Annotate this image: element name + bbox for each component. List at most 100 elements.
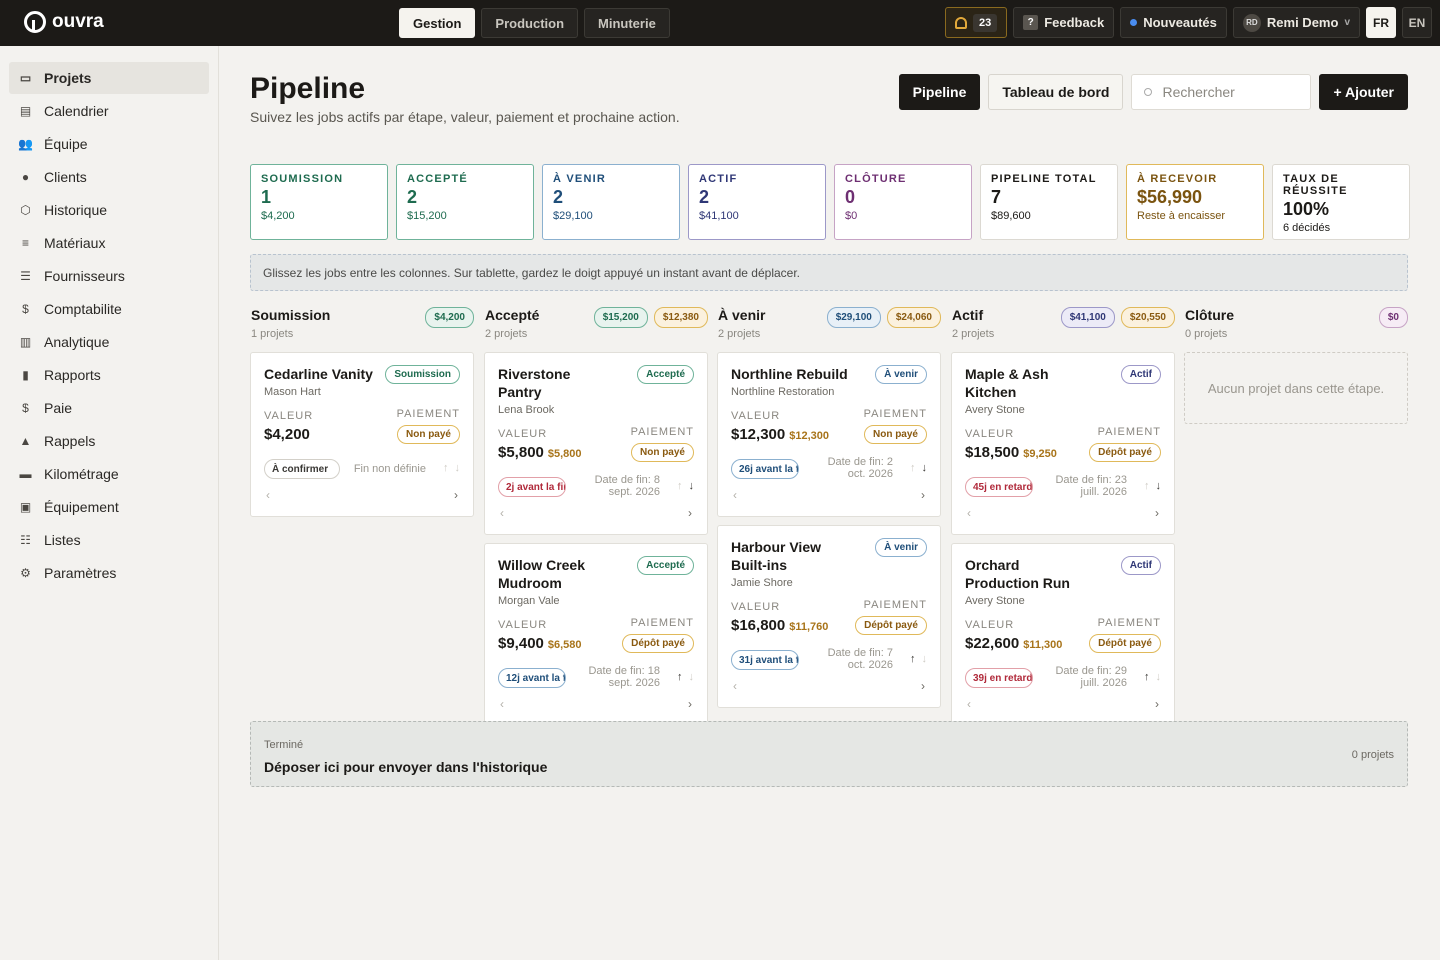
chevron-right-icon[interactable]: ›	[688, 697, 692, 711]
brand[interactable]: ouvra	[24, 11, 104, 33]
chevron-left-icon[interactable]: ‹	[500, 506, 504, 520]
chevron-left-icon[interactable]: ‹	[733, 679, 737, 693]
card-title: Willow Creek Mudroom	[498, 557, 586, 591]
sidebar-item-5[interactable]: ≡ Matériaux	[9, 227, 209, 259]
sidebar-item-10[interactable]: $ Paie	[9, 392, 209, 424]
sidebar-item-3[interactable]: ● Clients	[9, 161, 209, 193]
notifications-button[interactable]: 23	[944, 7, 1008, 38]
project-card[interactable]: Maple & Ash Kitchen Avery Stone Actif VALEU…	[951, 352, 1175, 535]
chevron-left-icon[interactable]: ‹	[733, 488, 737, 502]
bell-icon: ▲	[19, 434, 32, 448]
project-card[interactable]: Harbour View Built-ins Jamie Shore À venir…	[717, 525, 941, 708]
sidebar-item-8[interactable]: ▥ Analytique	[9, 326, 209, 358]
tab-minuterie[interactable]: Minuterie	[584, 8, 670, 38]
project-card[interactable]: Northline Rebuild Northline Restoration À …	[717, 352, 941, 517]
stat-sub: $41,100	[699, 210, 739, 222]
payment-badge: Non payé	[396, 425, 460, 444]
feedback-button[interactable]: ? Feedback	[1013, 7, 1115, 38]
card-due-row: 2j avant la fin Date de fin: 8 sept. 2026…	[498, 474, 694, 500]
arrow-up-icon[interactable]: ↑	[1144, 671, 1150, 683]
arrow-down-icon[interactable]: ↓	[922, 462, 928, 474]
due-badge: 2j avant la fin	[498, 477, 566, 497]
archive-dropzone[interactable]: Terminé Déposer ici pour envoyer dans l'…	[250, 721, 1408, 787]
arrow-down-icon[interactable]: ↓	[1156, 671, 1162, 683]
lang-en-button[interactable]: EN	[1402, 7, 1432, 38]
sidebar-item-9[interactable]: ▮ Rapports	[9, 359, 209, 391]
arrow-up-icon[interactable]: ↑	[677, 671, 683, 683]
chevron-down-icon: v	[1344, 17, 1350, 28]
stat-label: Taux de réussite	[1283, 173, 1348, 197]
card-value-row: VALEUR $16,800 $11,760 PAIEMENT Dépôt payé	[731, 599, 927, 641]
sidebar-item-12[interactable]: ▬ Kilométrage	[9, 458, 209, 490]
sidebar-item-11[interactable]: ▲ Rappels	[9, 425, 209, 457]
column-total-chip: $4,200	[425, 307, 474, 328]
status-badge: À venir	[875, 538, 927, 557]
dashboard-view-button[interactable]: Tableau de bord	[988, 74, 1124, 110]
news-label: Nouveautés	[1143, 15, 1217, 30]
lang-fr-button[interactable]: FR	[1366, 7, 1396, 38]
chevron-left-icon[interactable]: ‹	[266, 488, 270, 502]
dollar-icon: $	[22, 302, 29, 316]
card-move-row: ‹ ›	[731, 677, 927, 695]
arrow-down-icon[interactable]: ↓	[689, 480, 695, 492]
card-value-amount: $18,500	[965, 444, 1020, 461]
sidebar-item-14[interactable]: ☷ Listes	[9, 524, 209, 556]
chevron-right-icon[interactable]: ›	[1155, 697, 1159, 711]
sidebar-item-7[interactable]: $ Comptabilite	[9, 293, 209, 325]
project-card[interactable]: Orchard Production Run Avery Stone Actif VA…	[951, 543, 1175, 726]
arrow-up-icon[interactable]: ↑	[677, 480, 683, 492]
sidebar-item-4[interactable]: ⬡ Historique	[9, 194, 209, 226]
sidebar-item-1[interactable]: ▤ Calendrier	[9, 95, 209, 127]
chevron-right-icon[interactable]: ›	[688, 506, 692, 520]
stat-label: À recevoir	[1137, 173, 1218, 185]
chevron-right-icon[interactable]: ›	[921, 679, 925, 693]
chevron-left-icon[interactable]: ‹	[967, 697, 971, 711]
card-move-row: ‹ ›	[731, 486, 927, 504]
search-input[interactable]: Rechercher	[1131, 74, 1312, 110]
card-value-row: VALEUR $9,400 $6,580 PAIEMENT Dépôt payé	[498, 617, 694, 659]
chevron-right-icon[interactable]: ›	[921, 488, 925, 502]
column-count: 0 projets	[1185, 328, 1228, 340]
chevron-right-icon[interactable]: ›	[454, 488, 458, 502]
card-value-row: VALEUR $4,200 PAIEMENT Non payé	[264, 408, 460, 450]
column-chips: $15,200 $12,380	[593, 307, 708, 328]
sidebar-item-2[interactable]: 👥 Équipe	[9, 128, 209, 160]
user-menu-button[interactable]: RD Remi Demo v	[1232, 7, 1360, 38]
value-label: VALEUR	[264, 410, 314, 422]
pipeline-column: Soumission 1 projets $4,200 Cedarline Vanit…	[250, 304, 474, 517]
chevron-left-icon[interactable]: ‹	[967, 506, 971, 520]
arrow-down-icon[interactable]: ↓	[455, 462, 461, 474]
project-card[interactable]: Riverstone Pantry Lena Brook Accepté VALEUR…	[484, 352, 708, 535]
card-paid-amount: $11,300	[1023, 639, 1063, 651]
arrow-down-icon[interactable]: ↓	[922, 653, 928, 665]
project-card[interactable]: Cedarline Vanity Mason Hart Soumission VALE…	[250, 352, 474, 517]
sidebar-item-6[interactable]: ☰ Fournisseurs	[9, 260, 209, 292]
sidebar-item-15[interactable]: ⚙ Paramètres	[9, 557, 209, 589]
chevron-right-icon[interactable]: ›	[1155, 506, 1159, 520]
arrow-up-icon[interactable]: ↑	[910, 462, 916, 474]
value-label: VALEUR	[965, 428, 1015, 440]
tab-gestion[interactable]: Gestion	[399, 8, 476, 38]
project-card[interactable]: Willow Creek Mudroom Morgan Vale Accepté VA…	[484, 543, 708, 726]
reorder-arrows: ↑ ↓	[910, 653, 927, 665]
tab-production[interactable]: Production	[481, 8, 579, 38]
news-button[interactable]: Nouveautés	[1120, 7, 1227, 38]
payment-badge: Dépôt payé	[1089, 443, 1161, 462]
arrow-down-icon[interactable]: ↓	[1156, 480, 1162, 492]
arrow-up-icon[interactable]: ↑	[910, 653, 916, 665]
arrow-down-icon[interactable]: ↓	[689, 671, 695, 683]
stat-sub: Reste à encaisser	[1137, 210, 1226, 222]
due-badge: 31j avant la fin	[731, 650, 799, 670]
pipeline-view-button[interactable]: Pipeline	[898, 74, 981, 110]
add-button[interactable]: + Ajouter	[1319, 74, 1408, 110]
column-total-chip: $15,200	[593, 307, 648, 328]
arrow-up-icon[interactable]: ↑	[1144, 480, 1150, 492]
arrow-up-icon[interactable]: ↑	[443, 462, 449, 474]
sidebar-item-13[interactable]: ▣ Équipement	[9, 491, 209, 523]
chevron-left-icon[interactable]: ‹	[500, 697, 504, 711]
card-value: $12,300 $12,300	[731, 426, 829, 443]
stats-row: Soumission 1 $4,200 Accepté 2 $15,200 À venir 2…	[250, 164, 1410, 240]
stat-card: À venir 2 $29,100	[542, 164, 680, 240]
sidebar-item-0[interactable]: ▭ Projets	[9, 62, 209, 94]
card-client: Avery Stone	[965, 404, 1025, 416]
